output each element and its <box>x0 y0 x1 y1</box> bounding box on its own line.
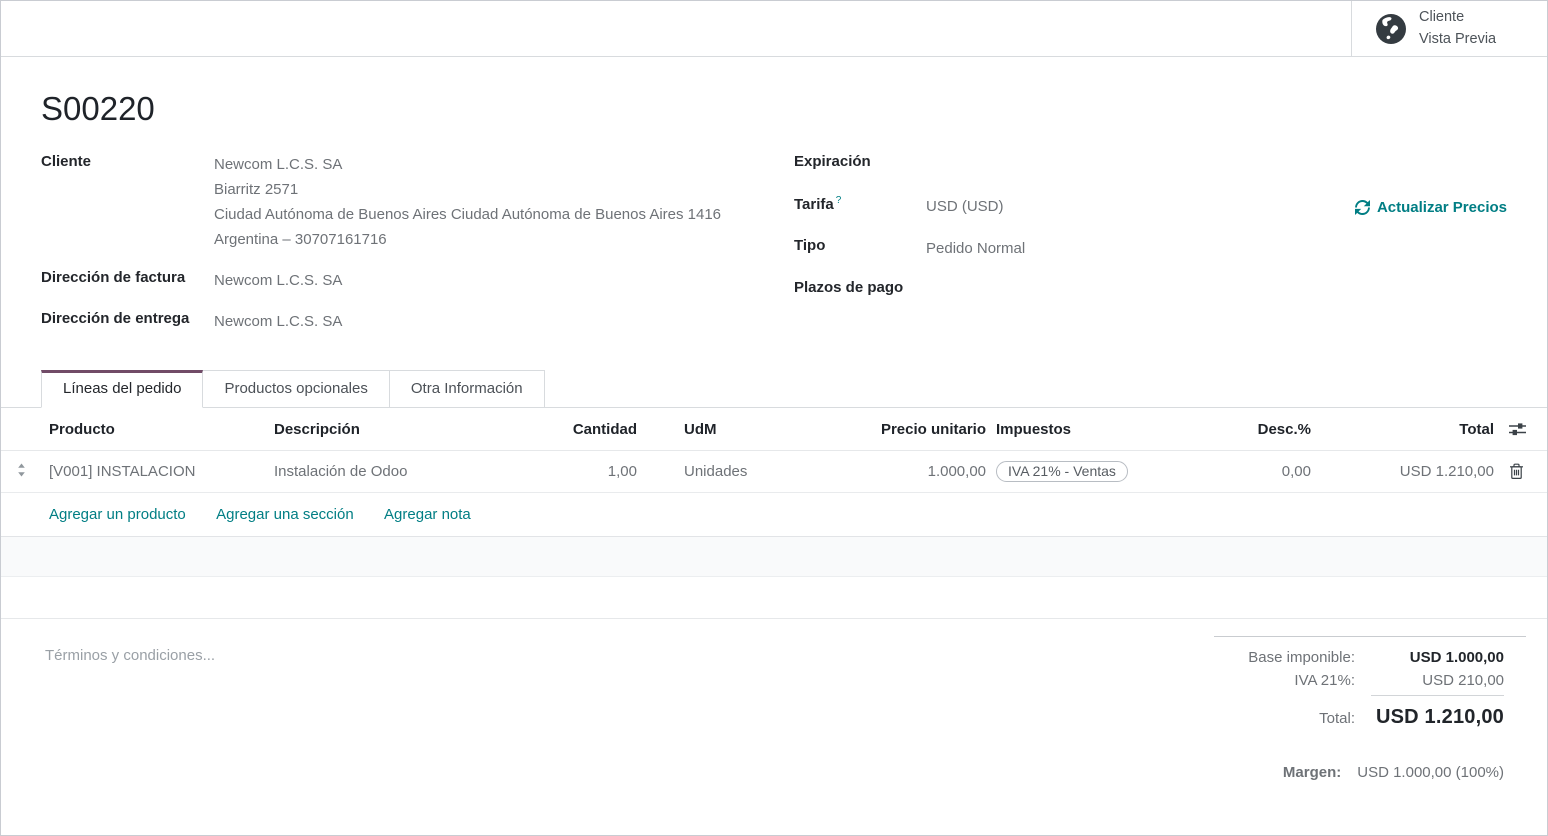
preview-label: Cliente Vista Previa <box>1419 7 1496 49</box>
line-uom[interactable]: Unidades <box>637 451 861 493</box>
fields-right-column: Expiración Tarifa? USD (USD) Tipo Pedido… <box>794 152 1507 350</box>
optional-columns-button[interactable] <box>1494 408 1548 451</box>
topbar: Cliente Vista Previa <box>1 1 1547 57</box>
line-quantity[interactable]: 1,00 <box>561 451 637 493</box>
add-note-link[interactable]: Agregar nota <box>384 506 471 523</box>
tax-amount-value: USD 210,00 <box>1371 672 1504 696</box>
fields-left-column: Cliente Newcom L.C.S. SA Biarritz 2571 C… <box>41 152 794 350</box>
preview-label-line2: Vista Previa <box>1419 29 1496 50</box>
uom-column-header[interactable]: UdM <box>637 408 861 451</box>
customer-preview-button[interactable]: Cliente Vista Previa <box>1351 1 1547 56</box>
total-amount-value: USD 1.210,00 <box>1371 706 1504 729</box>
customer-country-vat: Argentina – 30707161716 <box>214 227 721 252</box>
line-description[interactable]: Instalación de Odoo <box>266 451 561 493</box>
field-invoice-address: Dirección de factura Newcom L.C.S. SA <box>41 268 794 293</box>
fields-section: Cliente Newcom L.C.S. SA Biarritz 2571 C… <box>41 152 1507 350</box>
tax-amount-label: IVA 21%: <box>1294 672 1355 689</box>
totals-block: Base imponible: USD 1.000,00 IVA 21%: US… <box>1214 636 1526 784</box>
unit-price-column-header[interactable]: Precio unitario <box>861 408 986 451</box>
tax-badge[interactable]: IVA 21% - Ventas <box>996 461 1128 482</box>
add-links-row: Agregar un producto Agregar una sección … <box>1 493 1548 537</box>
terms-notes-field[interactable]: Términos y condiciones... <box>45 636 215 664</box>
footer-section: Términos y condiciones... Base imponible… <box>1 619 1547 784</box>
tab-other-info[interactable]: Otra Información <box>390 370 545 408</box>
delivery-address-value[interactable]: Newcom L.C.S. SA <box>214 309 342 334</box>
refresh-icon <box>1355 200 1370 215</box>
order-type-label: Tipo <box>794 236 926 261</box>
sale-order-form: Cliente Vista Previa S00220 Cliente Newc… <box>0 0 1548 836</box>
customer-name[interactable]: Newcom L.C.S. SA <box>214 152 721 177</box>
order-lines-header-row: Producto Descripción Cantidad UdM Precio… <box>1 408 1548 451</box>
margin-row: Margen: USD 1.000,00 (100%) <box>1214 761 1526 784</box>
drag-handle[interactable] <box>1 451 41 493</box>
total-amount-label: Total: <box>1319 710 1355 727</box>
globe-icon <box>1376 14 1406 44</box>
empty-row <box>1 577 1548 619</box>
untaxed-amount-value: USD 1.000,00 <box>1371 649 1504 666</box>
delete-line-button[interactable] <box>1494 451 1548 493</box>
line-taxes[interactable]: IVA 21% - Ventas <box>986 451 1246 493</box>
update-prices-label: Actualizar Precios <box>1377 199 1507 216</box>
delivery-address-label: Dirección de entrega <box>41 309 214 334</box>
field-delivery-address: Dirección de entrega Newcom L.C.S. SA <box>41 309 794 334</box>
line-discount[interactable]: 0,00 <box>1246 451 1311 493</box>
order-lines-table: Producto Descripción Cantidad UdM Precio… <box>1 408 1548 619</box>
order-reference: S00220 <box>41 90 1507 128</box>
trash-icon <box>1509 463 1541 480</box>
customer-value[interactable]: Newcom L.C.S. SA Biarritz 2571 Ciudad Au… <box>214 152 721 252</box>
product-column-header[interactable]: Producto <box>41 408 266 451</box>
customer-label: Cliente <box>41 152 214 252</box>
pricelist-value[interactable]: USD (USD) <box>926 194 1004 219</box>
preview-label-line1: Cliente <box>1419 7 1496 28</box>
total-amount-row: Total: USD 1.210,00 <box>1214 699 1526 732</box>
tab-optional-products[interactable]: Productos opcionales <box>203 370 389 408</box>
empty-row <box>1 537 1548 577</box>
invoice-address-value[interactable]: Newcom L.C.S. SA <box>214 268 342 293</box>
taxes-column-header[interactable]: Impuestos <box>986 408 1246 451</box>
field-order-type: Tipo Pedido Normal <box>794 236 1507 261</box>
discount-column-header[interactable]: Desc.% <box>1246 408 1311 451</box>
sliders-icon <box>1509 422 1541 437</box>
order-line-row[interactable]: [V001] INSTALACION Instalación de Odoo 1… <box>1 451 1548 493</box>
untaxed-amount-row: Base imponible: USD 1.000,00 <box>1214 646 1526 669</box>
field-expiration: Expiración <box>794 152 1507 177</box>
total-column-header[interactable]: Total <box>1311 408 1494 451</box>
field-customer: Cliente Newcom L.C.S. SA Biarritz 2571 C… <box>41 152 794 252</box>
tax-amount-row: IVA 21%: USD 210,00 <box>1214 669 1526 699</box>
payment-terms-label: Plazos de pago <box>794 278 926 303</box>
untaxed-amount-label: Base imponible: <box>1248 649 1355 666</box>
line-product[interactable]: [V001] INSTALACION <box>41 451 266 493</box>
pricelist-label: Tarifa? <box>794 194 926 219</box>
order-type-value[interactable]: Pedido Normal <box>926 236 1025 261</box>
pricelist-help-icon[interactable]: ? <box>836 195 842 206</box>
invoice-address-label: Dirección de factura <box>41 268 214 293</box>
handle-column-header <box>1 408 41 451</box>
line-total[interactable]: USD 1.210,00 <box>1311 451 1494 493</box>
customer-street: Biarritz 2571 <box>214 177 721 202</box>
margin-label: Margen: <box>1283 764 1341 781</box>
field-payment-terms: Plazos de pago <box>794 278 1507 303</box>
quantity-column-header[interactable]: Cantidad <box>561 408 637 451</box>
update-prices-button[interactable]: Actualizar Precios <box>1355 199 1507 216</box>
description-column-header[interactable]: Descripción <box>266 408 561 451</box>
expiration-label: Expiración <box>794 152 926 177</box>
notebook-tabs: Líneas del pedido Productos opcionales O… <box>1 370 1547 408</box>
margin-value: USD 1.000,00 (100%) <box>1357 764 1504 781</box>
line-unit-price[interactable]: 1.000,00 <box>861 451 986 493</box>
add-section-link[interactable]: Agregar una sección <box>216 506 354 523</box>
pricelist-label-text: Tarifa <box>794 196 834 213</box>
add-product-link[interactable]: Agregar un producto <box>49 506 186 523</box>
tab-order-lines[interactable]: Líneas del pedido <box>41 370 203 408</box>
customer-city: Ciudad Autónoma de Buenos Aires Ciudad A… <box>214 202 721 227</box>
